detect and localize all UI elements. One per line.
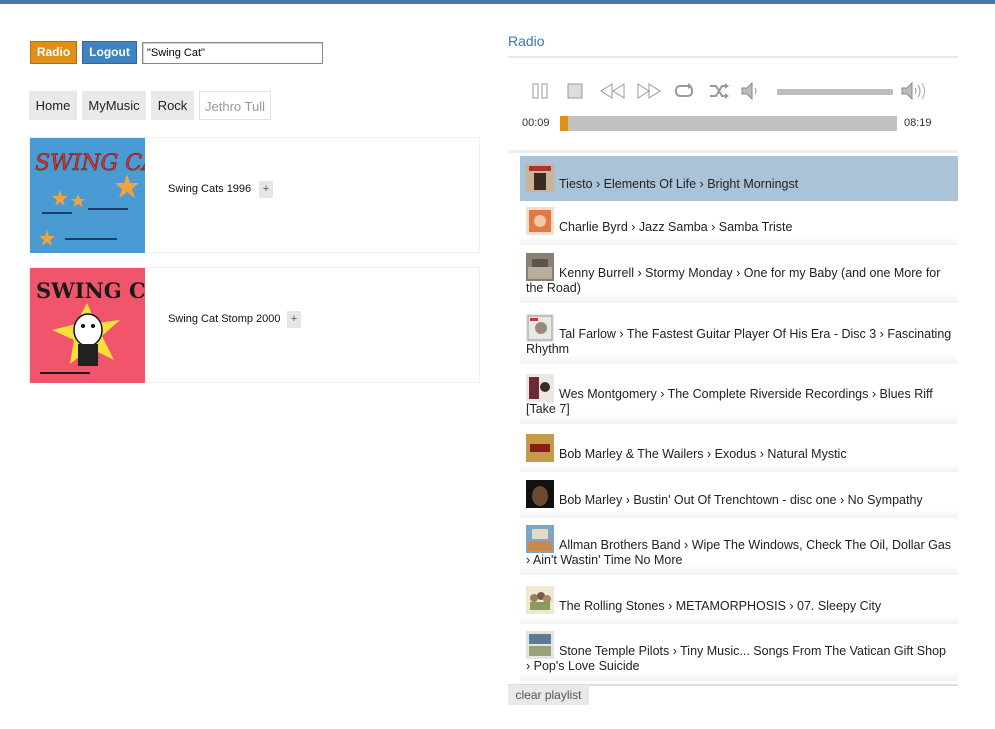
progress-fill: [560, 116, 568, 131]
tab-rock[interactable]: Rock: [151, 91, 194, 120]
cover-title-text: SWING CATS: [35, 151, 145, 176]
album-cover[interactable]: SWING CATS: [30, 268, 145, 383]
track-thumbnail: [526, 314, 554, 342]
track-thumbnail: [526, 586, 554, 614]
album-title[interactable]: Swing Cats 1996: [168, 183, 251, 195]
track-thumbnail: [526, 480, 554, 508]
playlist-item[interactable]: Stone Temple Pilots › Tiny Music... Song…: [520, 631, 958, 681]
clear-playlist-button[interactable]: clear playlist: [508, 685, 589, 705]
divider: [508, 150, 958, 153]
playlist-item[interactable]: Bob Marley & The Wailers › Exodus › Natu…: [520, 434, 958, 472]
divider: [508, 56, 958, 58]
track-thumbnail: [526, 631, 554, 659]
fast-forward-icon[interactable]: [636, 81, 662, 101]
track-thumbnail: [526, 525, 554, 553]
pause-icon[interactable]: [530, 81, 552, 101]
radio-button[interactable]: Radio: [30, 41, 77, 64]
track-text: Tal Farlow › The Fastest Guitar Player O…: [526, 327, 952, 356]
playlist-item[interactable]: Tiesto › Elements Of Life › Bright Morni…: [520, 156, 958, 201]
progress-bar[interactable]: [560, 116, 897, 131]
album-row[interactable]: SWING CATS Swing Cats 1996 +: [29, 137, 480, 253]
track-text: Bob Marley › Bustin' Out Of Trenchtown -…: [559, 493, 923, 507]
volume-high-icon[interactable]: [900, 81, 930, 101]
track-thumbnail: [526, 434, 554, 462]
tab-home[interactable]: Home: [29, 91, 77, 120]
track-text: Bob Marley & The Wailers › Exodus › Natu…: [559, 447, 847, 461]
tab-mymusic[interactable]: MyMusic: [82, 91, 146, 120]
playlist-item[interactable]: Tal Farlow › The Fastest Guitar Player O…: [520, 314, 958, 364]
playlist-item[interactable]: Allman Brothers Band › Wipe The Windows,…: [520, 525, 958, 575]
playlist-item[interactable]: Bob Marley › Bustin' Out Of Trenchtown -…: [520, 480, 958, 518]
cover-title-text: SWING CATS: [36, 278, 145, 303]
tab-jethro-tull[interactable]: Jethro Tull: [199, 91, 271, 120]
track-text: Charlie Byrd › Jazz Samba › Samba Triste: [559, 220, 793, 234]
track-text: Stone Temple Pilots › Tiny Music... Song…: [526, 644, 946, 673]
logout-button[interactable]: Logout: [82, 41, 137, 64]
track-thumbnail: [526, 164, 554, 192]
search-input[interactable]: [142, 42, 323, 64]
album-cover[interactable]: SWING CATS: [30, 138, 145, 253]
elapsed-time: 00:09: [522, 117, 550, 129]
track-text: Wes Montgomery › The Complete Riverside …: [526, 387, 933, 416]
top-accent-bar: [0, 0, 995, 4]
track-text: Kenny Burrell › Stormy Monday › One for …: [526, 266, 941, 295]
track-thumbnail: [526, 374, 554, 402]
album-title[interactable]: Swing Cat Stomp 2000: [168, 313, 281, 325]
add-album-button[interactable]: +: [287, 311, 301, 328]
player-title: Radio: [508, 33, 545, 49]
track-text: Tiesto › Elements Of Life › Bright Morni…: [559, 177, 799, 191]
shuffle-icon[interactable]: [708, 81, 730, 101]
playlist-item[interactable]: Kenny Burrell › Stormy Monday › One for …: [520, 253, 958, 303]
playlist-item[interactable]: The Rolling Stones › METAMORPHOSIS › 07.…: [520, 586, 958, 624]
track-text: Allman Brothers Band › Wipe The Windows,…: [526, 538, 952, 567]
playlist-item[interactable]: Charlie Byrd › Jazz Samba › Samba Triste: [520, 207, 958, 245]
playlist-item[interactable]: Wes Montgomery › The Complete Riverside …: [520, 374, 958, 424]
volume-low-icon[interactable]: [740, 81, 762, 101]
album-row[interactable]: SWING CATS Swing Cat Stomp 2000 +: [29, 267, 480, 383]
track-text: The Rolling Stones › METAMORPHOSIS › 07.…: [559, 599, 882, 613]
rewind-icon[interactable]: [600, 81, 626, 101]
add-album-button[interactable]: +: [259, 181, 273, 198]
duration-time: 08:19: [904, 117, 932, 129]
volume-slider[interactable]: [777, 89, 893, 95]
stop-icon[interactable]: [565, 81, 587, 101]
track-thumbnail: [526, 253, 554, 281]
track-thumbnail: [526, 207, 554, 235]
repeat-icon[interactable]: [673, 81, 695, 101]
